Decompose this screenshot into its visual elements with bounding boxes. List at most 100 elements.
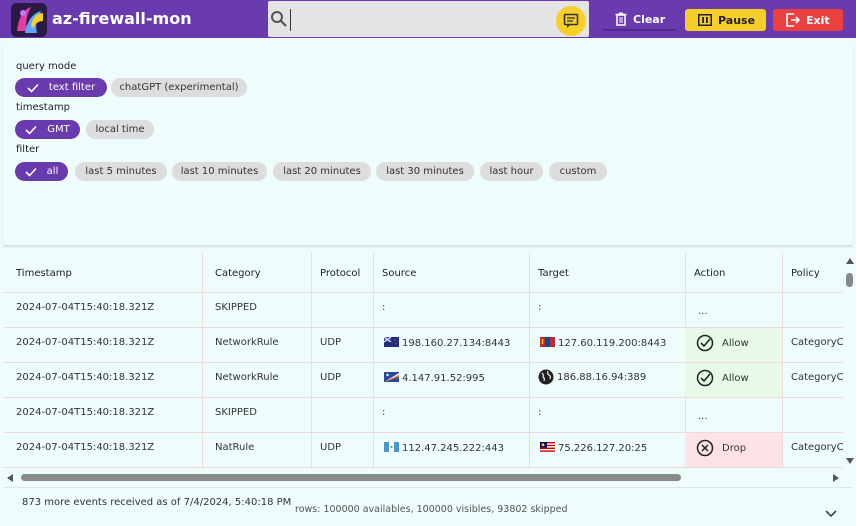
cell-timestamp: 2024-07-04T15:40:18.321Z bbox=[16, 442, 155, 453]
cell-protocol: UDP bbox=[320, 372, 342, 383]
events-table: Timestamp Category Protocol Source Targe… bbox=[3, 253, 843, 469]
chip-last-20-minutes[interactable]: last 20 minutes bbox=[273, 162, 371, 181]
table-row[interactable]: 2024-07-04T15:40:18.321Z NetworkRule UDP… bbox=[3, 362, 843, 398]
horizontal-scroll-thumb[interactable] bbox=[21, 474, 681, 481]
cell-target: : bbox=[538, 302, 542, 313]
table-row[interactable]: 2024-07-04T15:40:18.321Z SKIPPED : : ... bbox=[3, 397, 843, 432]
header-action[interactable]: Action bbox=[694, 268, 725, 279]
filter-panel: query mode text filter chatGPT (experime… bbox=[3, 44, 853, 246]
chip-label: local time bbox=[95, 124, 145, 135]
flag-nz-icon bbox=[384, 337, 399, 347]
chip-last-5-minutes[interactable]: last 5 minutes bbox=[75, 162, 167, 181]
scroll-right-icon[interactable] bbox=[833, 474, 839, 482]
cell-action: ... bbox=[698, 306, 708, 317]
chip-gmt[interactable]: GMT bbox=[15, 120, 80, 139]
query-mode-label: query mode bbox=[16, 61, 77, 72]
action-label: Allow bbox=[722, 337, 749, 349]
check-icon bbox=[27, 83, 39, 93]
cell-source: 198.160.27.134:8443 bbox=[384, 337, 510, 349]
cell-action: Allow bbox=[696, 369, 749, 387]
exit-button-label: Exit bbox=[806, 13, 830, 27]
target-address: 186.88.16.94:389 bbox=[557, 371, 647, 383]
app-logo bbox=[11, 3, 47, 37]
pause-button-label: Pause bbox=[718, 13, 756, 27]
chip-local-time[interactable]: local time bbox=[86, 120, 154, 139]
cell-source: 4.147.91.52:995 bbox=[384, 372, 485, 384]
target-address: 127.60.119.200:8443 bbox=[558, 338, 667, 349]
chip-last-30-minutes[interactable]: last 30 minutes bbox=[376, 162, 474, 181]
horizontal-scrollbar[interactable] bbox=[3, 471, 843, 483]
cell-timestamp: 2024-07-04T15:40:18.321Z bbox=[16, 337, 155, 348]
chip-last-hour[interactable]: last hour bbox=[480, 162, 543, 181]
globe-icon bbox=[538, 369, 554, 385]
check-icon bbox=[25, 125, 37, 135]
scroll-left-icon[interactable] bbox=[7, 474, 13, 482]
cell-category: NetworkRule bbox=[215, 337, 279, 348]
scroll-down-icon[interactable] bbox=[846, 458, 854, 464]
check-circle-icon bbox=[696, 369, 714, 387]
cell-source: : bbox=[382, 407, 386, 418]
chip-label: all bbox=[46, 166, 59, 177]
pause-icon bbox=[698, 14, 712, 26]
row-stats: rows: 100000 availables, 100000 visibles… bbox=[295, 504, 568, 515]
chip-label: last 30 minutes bbox=[386, 166, 464, 177]
cell-timestamp: 2024-07-04T15:40:18.321Z bbox=[16, 407, 155, 418]
cell-protocol: UDP bbox=[320, 337, 342, 348]
status-footer: 873 more events received as of 7/4/2024,… bbox=[3, 487, 853, 525]
chevron-down-icon[interactable] bbox=[825, 503, 837, 522]
chip-label: last 10 minutes bbox=[180, 166, 259, 177]
trash-icon bbox=[615, 12, 627, 26]
cell-category: NetworkRule bbox=[215, 372, 279, 383]
vertical-scroll-thumb[interactable] bbox=[846, 273, 853, 287]
header-source[interactable]: Source bbox=[382, 268, 416, 279]
header-target[interactable]: Target bbox=[538, 268, 569, 279]
table-row[interactable]: 2024-07-04T15:40:18.321Z NatRule UDP 112… bbox=[3, 432, 843, 468]
cell-timestamp: 2024-07-04T15:40:18.321Z bbox=[16, 372, 155, 383]
header-category[interactable]: Category bbox=[215, 268, 261, 279]
pause-button[interactable]: Pause bbox=[685, 9, 766, 31]
cell-source: : bbox=[382, 302, 386, 313]
exit-button[interactable]: Exit bbox=[773, 9, 843, 31]
chat-prompt-button[interactable] bbox=[556, 6, 586, 36]
chip-all[interactable]: all bbox=[15, 162, 68, 181]
chip-text-filter[interactable]: text filter bbox=[15, 78, 107, 97]
x-circle-icon bbox=[696, 439, 714, 457]
action-label: Allow bbox=[722, 372, 749, 384]
chip-custom[interactable]: custom bbox=[549, 162, 607, 181]
cell-action: Drop bbox=[696, 439, 746, 457]
chip-label: last 20 minutes bbox=[283, 166, 361, 177]
cell-timestamp: 2024-07-04T15:40:18.321Z bbox=[16, 302, 155, 313]
flag-mh-icon bbox=[384, 372, 399, 382]
search-input[interactable] bbox=[290, 9, 550, 31]
chip-last-10-minutes[interactable]: last 10 minutes bbox=[172, 162, 267, 181]
cell-source: 112.47.245.222:443 bbox=[384, 442, 504, 454]
header-policy[interactable]: Policy bbox=[791, 268, 820, 279]
chip-label: GMT bbox=[47, 124, 70, 135]
check-circle-icon bbox=[696, 334, 714, 352]
source-address: 198.160.27.134:8443 bbox=[402, 338, 511, 349]
top-bar: az-firewall-mon Clear Pause Exit bbox=[0, 0, 856, 38]
header-timestamp[interactable]: Timestamp bbox=[16, 268, 72, 279]
chip-label: last hour bbox=[489, 166, 534, 177]
flag-gt-icon bbox=[384, 442, 399, 452]
target-address: 75.226.127.20:25 bbox=[558, 443, 648, 454]
cell-policy: CategoryC bbox=[791, 442, 843, 453]
search-box[interactable] bbox=[268, 1, 589, 37]
header-protocol[interactable]: Protocol bbox=[320, 268, 360, 279]
chip-label: custom bbox=[559, 166, 597, 177]
flag-my-icon bbox=[540, 442, 555, 452]
table-row[interactable]: 2024-07-04T15:40:18.321Z NetworkRule UDP… bbox=[3, 327, 843, 363]
chip-chatgpt[interactable]: chatGPT (experimental) bbox=[111, 78, 247, 97]
table-row[interactable]: 2024-07-04T15:40:18.321Z SKIPPED : : ... bbox=[3, 292, 843, 327]
clear-button[interactable]: Clear bbox=[602, 9, 677, 31]
exit-icon bbox=[786, 13, 800, 27]
vertical-scrollbar[interactable] bbox=[845, 253, 854, 469]
chip-label: last 5 minutes bbox=[85, 166, 157, 177]
chat-icon bbox=[563, 13, 579, 28]
scroll-up-icon[interactable] bbox=[846, 258, 854, 264]
new-events-message[interactable]: 873 more events received as of 7/4/2024,… bbox=[22, 495, 292, 510]
cell-target: 186.88.16.94:389 bbox=[538, 369, 646, 385]
table-row[interactable] bbox=[3, 467, 843, 469]
cell-action: Allow bbox=[696, 334, 749, 352]
source-address: 4.147.91.52:995 bbox=[402, 373, 485, 384]
